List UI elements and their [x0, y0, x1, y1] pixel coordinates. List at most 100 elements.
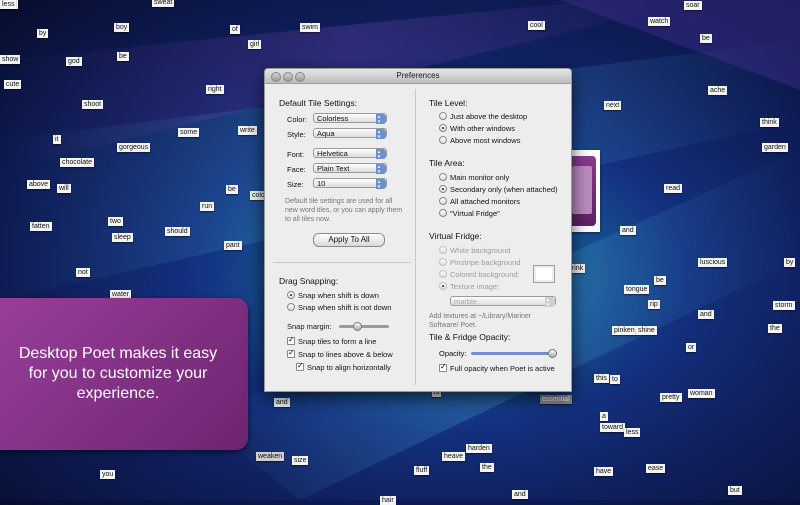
word-tile[interactable]: essential [540, 395, 572, 404]
word-tile[interactable]: swim [300, 23, 320, 32]
word-tile[interactable]: cool [528, 21, 545, 30]
word-tile[interactable]: to [610, 375, 620, 384]
word-tile[interactable]: tongue [624, 285, 650, 294]
title-bar[interactable]: Preferences [265, 69, 571, 84]
word-tile[interactable]: be [117, 52, 129, 61]
word-tile[interactable]: next [604, 101, 622, 110]
fridge-radio-white[interactable] [439, 246, 447, 254]
fridge-radio-texture[interactable] [439, 282, 447, 290]
style-select[interactable]: Aqua [313, 128, 387, 139]
word-tile[interactable]: above [27, 180, 51, 189]
snap-shift-not-down-radio[interactable] [287, 303, 295, 311]
close-button[interactable] [271, 72, 281, 82]
word-tile[interactable]: woman [688, 389, 715, 398]
word-tile[interactable]: sweat [152, 0, 175, 7]
word-tile[interactable]: garden [762, 143, 788, 152]
word-tile[interactable]: sleep [112, 233, 133, 242]
word-tile[interactable]: harden [466, 444, 492, 453]
word-tile[interactable]: pretty [660, 393, 682, 402]
tile-area-radio-0[interactable] [439, 173, 447, 181]
word-tile[interactable]: chocolate [60, 158, 94, 167]
snap-horizontal-checkbox[interactable] [296, 361, 304, 371]
tile-area-radio-1[interactable] [439, 185, 447, 193]
tile-level-radio-0[interactable] [439, 112, 447, 120]
word-tile[interactable]: fluff [414, 466, 430, 475]
word-tile[interactable]: show [0, 55, 21, 64]
word-tile[interactable]: ache [708, 86, 728, 95]
word-tile[interactable]: boy [114, 23, 130, 32]
full-opacity-checkbox[interactable] [439, 362, 447, 372]
word-tile[interactable]: read [664, 184, 683, 193]
word-tile[interactable]: be [654, 276, 666, 285]
word-tile[interactable]: but [728, 486, 742, 495]
tile-area-radio-2[interactable] [439, 197, 447, 205]
word-tile[interactable]: luscious [698, 258, 728, 267]
word-tile[interactable]: shine [636, 326, 657, 335]
word-tile[interactable]: the [768, 324, 782, 333]
fridge-radio-colored[interactable] [439, 270, 447, 278]
word-tile[interactable]: god [66, 57, 82, 66]
opacity-slider-knob[interactable] [548, 349, 557, 358]
face-select[interactable]: Plain Text [313, 163, 387, 174]
word-tile[interactable]: toward [600, 423, 626, 432]
word-tile[interactable]: pinken [612, 326, 637, 335]
color-select[interactable]: Colorless [313, 113, 387, 124]
fridge-color-swatch[interactable] [533, 265, 555, 283]
word-tile[interactable]: the [480, 463, 494, 472]
tile-area-radio-3[interactable] [439, 209, 447, 217]
word-tile[interactable]: two [108, 217, 123, 226]
word-tile[interactable]: not [76, 268, 90, 277]
minimize-button[interactable] [283, 72, 293, 82]
snap-line-checkbox[interactable] [287, 335, 295, 345]
opacity-slider[interactable] [471, 352, 555, 355]
word-tile[interactable]: or [686, 343, 697, 352]
word-tile[interactable]: less [624, 428, 641, 437]
word-tile[interactable]: and [698, 310, 714, 319]
word-tile[interactable]: gorgeous [117, 143, 151, 152]
texture-select[interactable]: marble [450, 296, 556, 307]
word-tile[interactable]: and [620, 226, 636, 235]
snap-shift-down-radio[interactable] [287, 291, 295, 299]
tile-level-radio-1[interactable] [439, 124, 447, 132]
word-tile[interactable]: cute [4, 80, 22, 89]
word-tile[interactable]: you [100, 470, 116, 479]
word-tile[interactable]: hair [380, 496, 396, 505]
word-tile[interactable]: by [37, 29, 49, 38]
word-tile[interactable]: run [200, 202, 215, 211]
word-tile[interactable]: size [292, 456, 309, 465]
word-tile[interactable]: shoot [82, 100, 104, 109]
word-tile[interactable]: right [206, 85, 224, 94]
word-tile[interactable]: weaken [256, 452, 285, 461]
tile-level-radio-2[interactable] [439, 136, 447, 144]
word-tile[interactable]: a [600, 412, 608, 421]
word-tile[interactable]: ease [646, 464, 666, 473]
size-select[interactable]: 10 [313, 178, 387, 189]
word-tile[interactable]: should [165, 227, 190, 236]
word-tile[interactable]: will [57, 184, 71, 193]
word-tile[interactable]: fatten [30, 222, 52, 231]
word-tile[interactable]: pant [224, 241, 242, 250]
word-tile[interactable]: rip [648, 300, 660, 309]
snap-above-below-checkbox[interactable] [287, 348, 295, 358]
snap-margin-slider[interactable] [339, 325, 389, 328]
word-tile[interactable]: soar [684, 1, 702, 10]
word-tile[interactable]: be [226, 185, 238, 194]
word-tile[interactable]: this [594, 374, 609, 383]
word-tile[interactable]: think [760, 118, 779, 127]
zoom-button[interactable] [295, 72, 305, 82]
word-tile[interactable]: it [53, 135, 61, 144]
word-tile[interactable]: by [784, 258, 796, 267]
word-tile[interactable]: less [0, 0, 17, 9]
word-tile[interactable]: and [512, 490, 528, 499]
word-tile[interactable]: have [594, 467, 614, 476]
word-tile[interactable]: storm [773, 301, 795, 310]
fridge-radio-pinstripe[interactable] [439, 258, 447, 266]
word-tile[interactable]: girl [248, 40, 262, 49]
word-tile[interactable]: of [230, 25, 240, 34]
word-tile[interactable]: be [700, 34, 712, 43]
font-select[interactable]: Helvetica [313, 148, 387, 159]
apply-to-all-button[interactable]: Apply To All [313, 233, 385, 247]
word-tile[interactable]: heave [442, 452, 466, 461]
word-tile[interactable]: write [238, 126, 257, 135]
snap-margin-slider-knob[interactable] [353, 322, 362, 331]
